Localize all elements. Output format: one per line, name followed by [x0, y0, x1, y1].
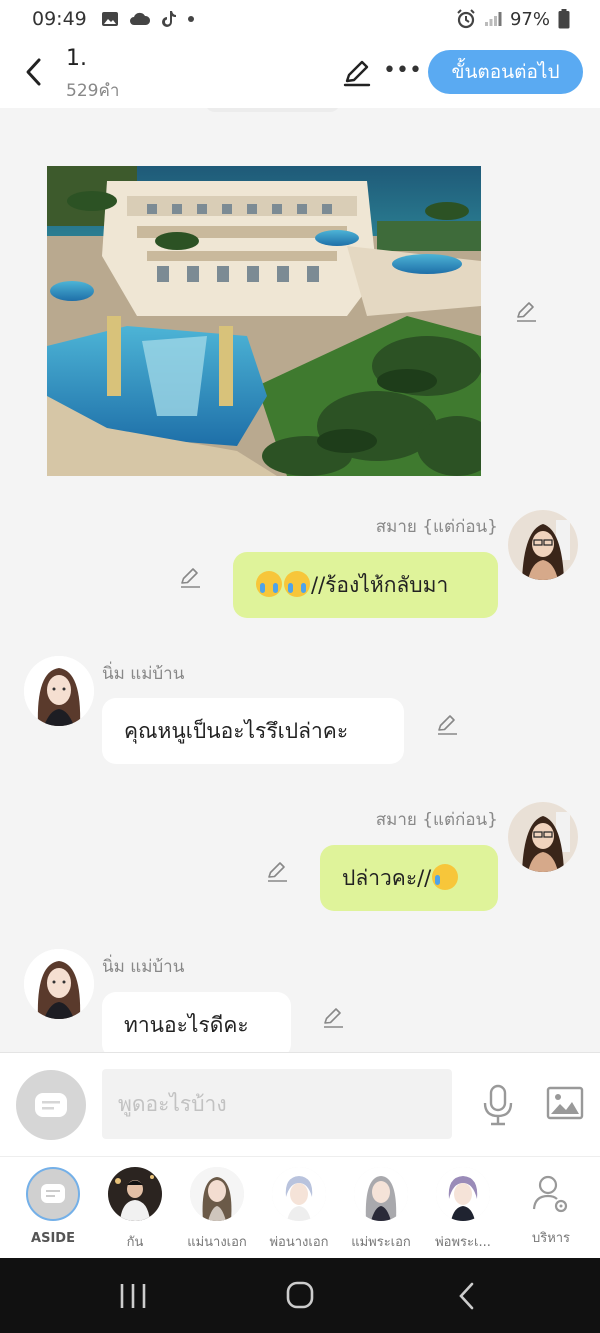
character-aside[interactable]: ASIDE: [12, 1167, 94, 1253]
edit-message-icon[interactable]: [434, 711, 460, 737]
message-bubble[interactable]: //ร้องไห้กลับมา: [233, 552, 498, 618]
character-item[interactable]: พ่อพระเ...: [422, 1167, 504, 1253]
aside-icon: [26, 1167, 80, 1221]
manage-characters[interactable]: บริหาร: [510, 1167, 592, 1253]
home-icon[interactable]: [280, 1278, 320, 1314]
character-item[interactable]: แม่นางเอก: [176, 1167, 258, 1253]
story-title: 1.: [66, 46, 87, 71]
status-bar: 09:49 97%: [0, 0, 600, 38]
word-count: 529คำ: [66, 81, 120, 101]
status-icons: [101, 10, 195, 28]
sender-name: สมาย {แต่ก่อน}: [375, 517, 498, 537]
message-bubble[interactable]: ทานอะไรดีคะ: [102, 992, 291, 1052]
character-label: พ่อพระเ...: [435, 1235, 491, 1250]
previous-message-stub: [205, 108, 340, 112]
crying-face-icon: [284, 571, 310, 597]
character-label: แม่นางเอก: [187, 1235, 247, 1250]
dot-icon: [187, 16, 194, 22]
message-text: //ร้องไห้กลับมา: [311, 573, 449, 597]
tiktok-icon: [161, 11, 176, 27]
aside-toggle-button[interactable]: [16, 1070, 86, 1140]
avatar: [272, 1167, 326, 1221]
cloud-icon: [129, 12, 150, 25]
character-label: กัน: [126, 1235, 144, 1250]
app-header: 1. 529คำ ••• ขั้นตอนต่อไป: [0, 38, 600, 108]
character-bar: ASIDE กัน แม่นางเอก พ่อนางเอก แม่พระเอก …: [0, 1156, 600, 1258]
avatar: [108, 1167, 162, 1221]
status-time: 09:49: [32, 8, 87, 30]
system-nav-bar: [0, 1258, 600, 1333]
status-right: 97%: [456, 9, 570, 30]
alarm-icon: [457, 9, 475, 29]
avatar[interactable]: [508, 510, 578, 580]
image-attach-icon[interactable]: [546, 1086, 584, 1120]
sender-name: นิ่ม แม่บ้าน: [102, 664, 185, 684]
character-item[interactable]: แม่พระเอก: [340, 1167, 422, 1253]
input-bar: [0, 1052, 600, 1156]
edit-message-icon[interactable]: [177, 564, 203, 590]
chat-area[interactable]: สมาย {แต่ก่อน} //ร้องไห้กลับมา นิ่ม แม่บ…: [0, 108, 600, 1052]
edit-message-icon[interactable]: [320, 1004, 346, 1030]
manage-user-icon: [532, 1175, 568, 1213]
character-item[interactable]: กัน: [94, 1167, 176, 1253]
mansion-photo[interactable]: [47, 166, 481, 476]
character-label: แม่พระเอก: [351, 1235, 411, 1250]
message-bubble[interactable]: ปล่าวคะ//: [320, 845, 498, 911]
sender-name: นิ่ม แม่บ้าน: [102, 957, 185, 977]
next-step-button[interactable]: ขั้นตอนต่อไป: [428, 50, 583, 94]
message-text: คุณหนูเป็นอะไรรึเปล่าคะ: [124, 719, 349, 743]
edit-message-icon[interactable]: [264, 858, 290, 884]
character-item[interactable]: พ่อนางเอก: [258, 1167, 340, 1253]
tear-smile-face-icon: [432, 864, 459, 890]
image-icon: [101, 12, 118, 26]
message-bubble[interactable]: คุณหนูเป็นอะไรรึเปล่าคะ: [102, 698, 404, 764]
avatar: [354, 1167, 408, 1221]
crying-face-icon: [256, 571, 282, 597]
character-label: พ่อนางเอก: [269, 1235, 329, 1250]
avatar[interactable]: [508, 802, 578, 872]
battery-percent: 97%: [509, 8, 550, 30]
signal-icon: [484, 12, 502, 26]
avatar[interactable]: [24, 949, 94, 1019]
character-label: บริหาร: [531, 1231, 571, 1246]
avatar: [436, 1167, 490, 1221]
title-block: 1. 529คำ: [66, 46, 119, 104]
recent-apps-icon[interactable]: [113, 1278, 153, 1314]
avatar[interactable]: [24, 656, 94, 726]
character-label: ASIDE: [31, 1231, 75, 1246]
edit-message-icon[interactable]: [513, 298, 539, 324]
edit-title-icon[interactable]: [340, 56, 374, 90]
message-text: ปล่าวคะ//: [342, 866, 432, 890]
avatar: [190, 1167, 244, 1221]
sender-name: สมาย {แต่ก่อน}: [375, 810, 498, 830]
message-input[interactable]: [102, 1069, 452, 1139]
system-back-icon[interactable]: [448, 1278, 488, 1314]
back-arrow-icon[interactable]: [20, 52, 50, 92]
microphone-icon[interactable]: [480, 1083, 516, 1127]
battery-icon: [558, 9, 570, 29]
more-options-icon[interactable]: •••: [383, 56, 422, 90]
message-text: ทานอะไรดีคะ: [124, 1013, 249, 1037]
